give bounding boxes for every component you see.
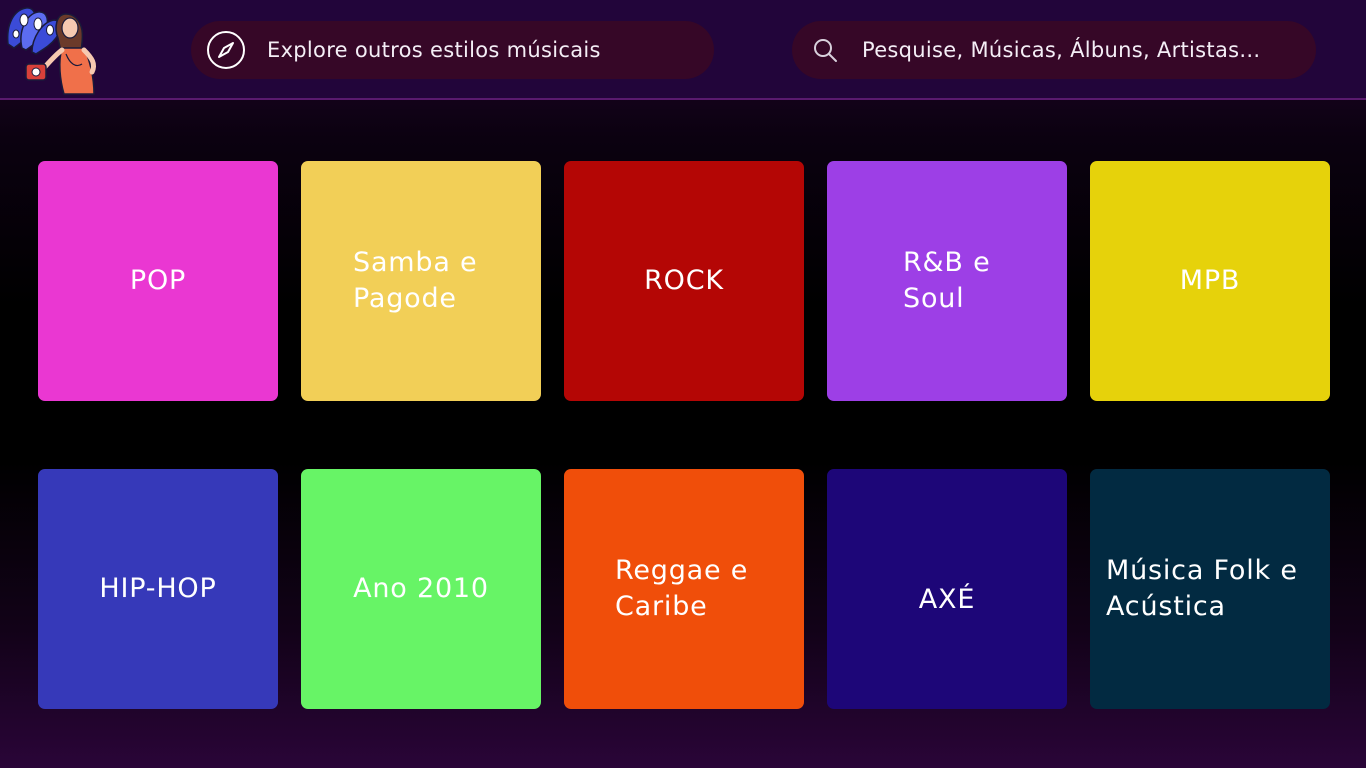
genre-tile-ano-2010[interactable]: Ano 2010 [301,469,541,709]
search-bar[interactable]: Pesquise, Músicas, Álbuns, Artistas... [792,21,1316,79]
genre-label: HIP-HOP [99,573,217,604]
genre-tile-axe[interactable]: AXÉ [827,469,1067,709]
genre-tile-mpb[interactable]: MPB [1090,161,1330,401]
genre-tile-samba-pagode[interactable]: Samba e Pagode [301,161,541,401]
genre-label: R&B e Soul [903,247,991,314]
logo-illustration-icon [6,7,97,95]
genre-tile-pop[interactable]: POP [38,161,278,401]
genre-tile-rock[interactable]: ROCK [564,161,804,401]
genre-label: MPB [1179,265,1241,296]
genre-label: AXÉ [918,584,976,615]
genre-label: Música Folk e Acústica [1106,555,1298,622]
compass-icon [205,29,247,71]
genre-tile-folk-acustica[interactable]: Música Folk e Acústica [1090,469,1330,709]
search-input[interactable]: Pesquise, Músicas, Álbuns, Artistas... [862,38,1260,62]
genre-tile-rnb-soul[interactable]: R&B e Soul [827,161,1067,401]
genre-label: Reggae e Caribe [615,555,749,622]
search-icon [810,35,840,65]
genre-label: POP [129,265,187,296]
top-bar: Explore outros estilos músicais Pesquise… [0,0,1366,100]
genre-tile-reggae-caribe[interactable]: Reggae e Caribe [564,469,804,709]
genre-label: Ano 2010 [353,573,489,604]
explore-button[interactable]: Explore outros estilos músicais [191,21,714,79]
genre-label: Samba e Pagode [353,247,478,314]
genre-tile-hip-hop[interactable]: HIP-HOP [38,469,278,709]
genre-label: ROCK [644,265,724,296]
app-logo[interactable] [4,4,100,96]
explore-label: Explore outros estilos músicais [267,38,601,62]
